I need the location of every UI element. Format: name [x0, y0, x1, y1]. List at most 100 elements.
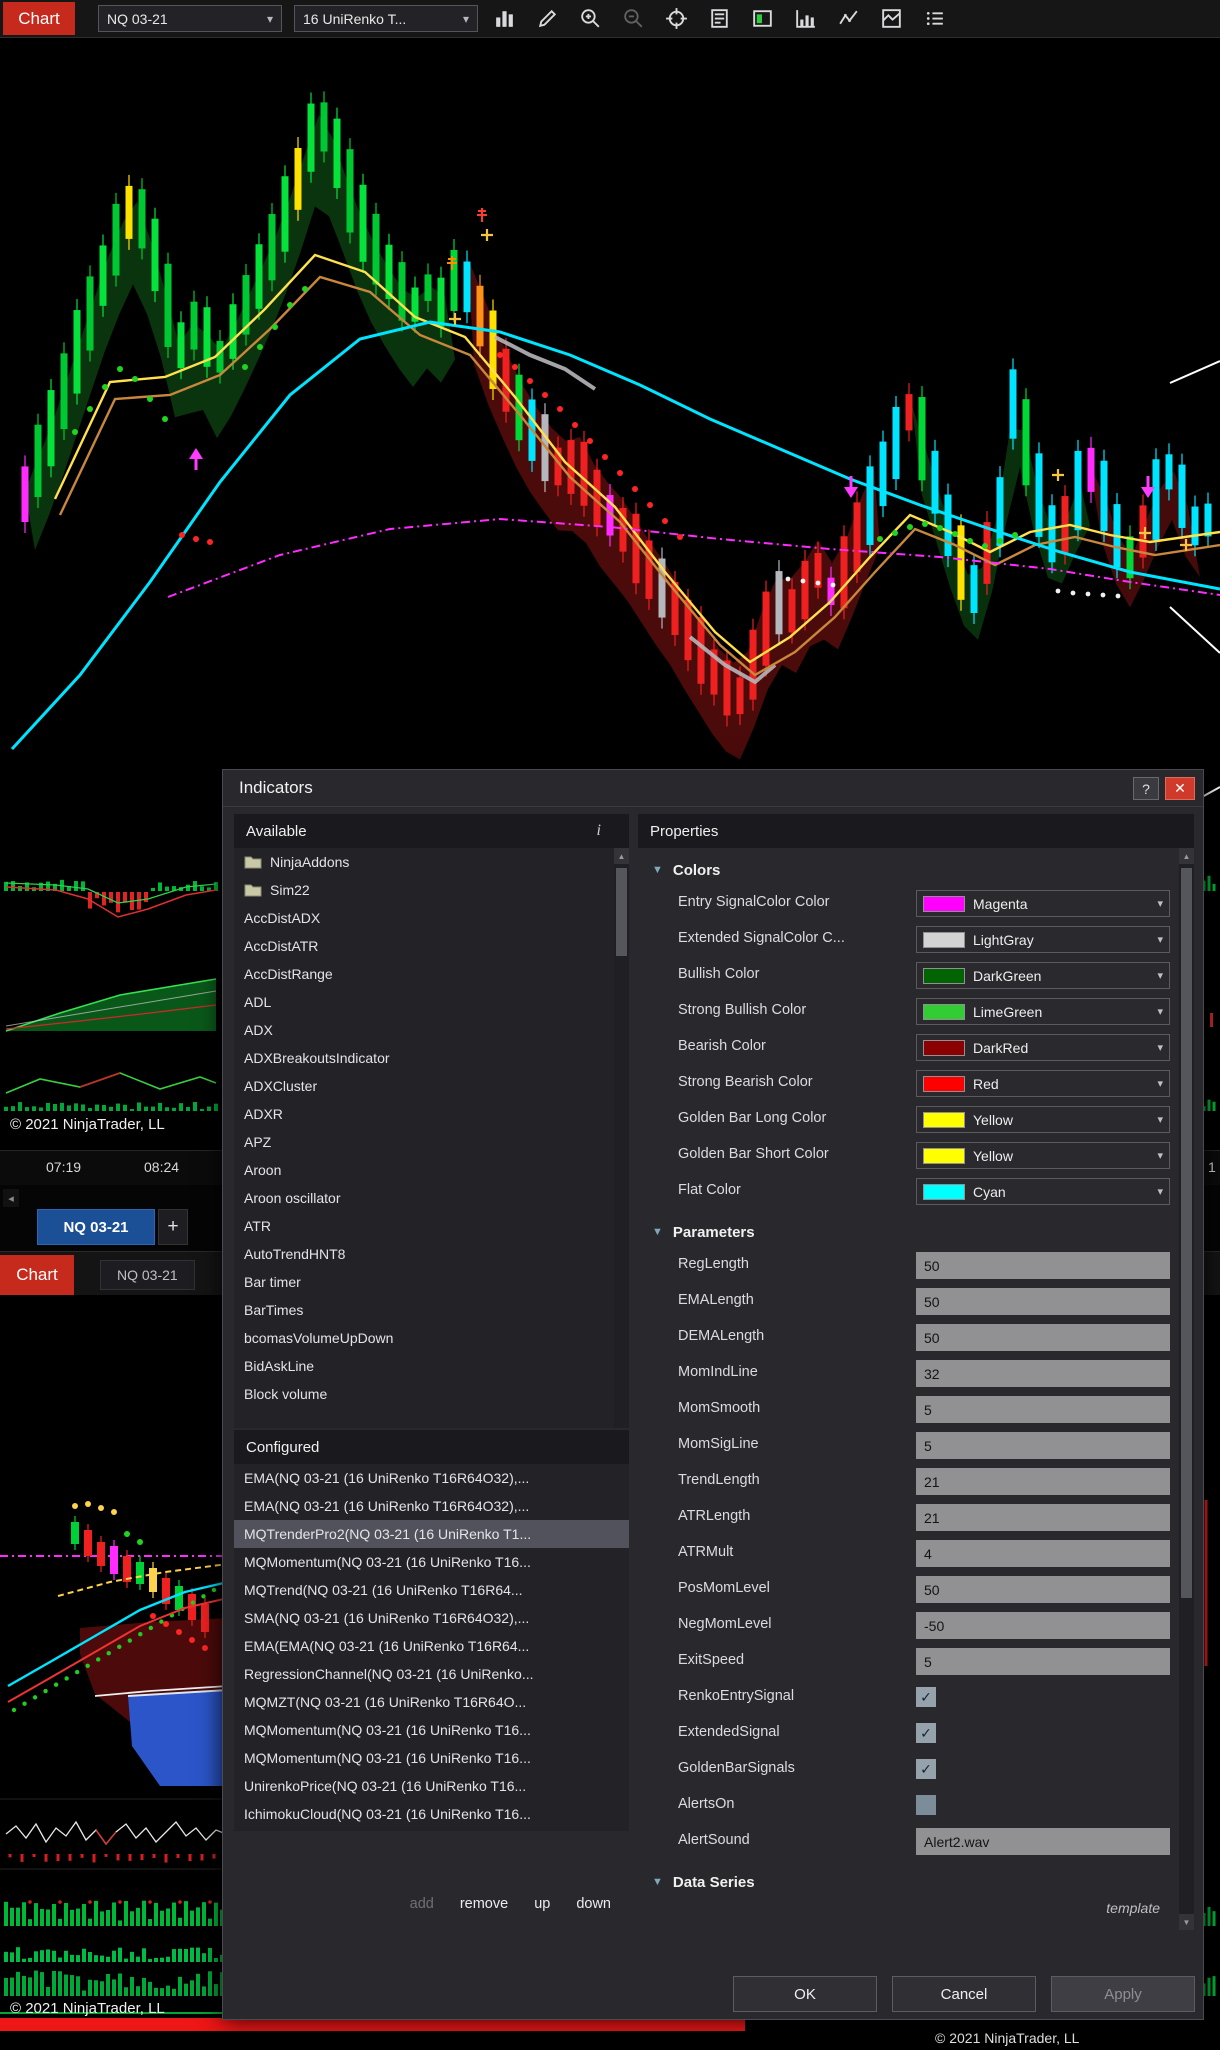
regions-icon[interactable]: [879, 6, 904, 31]
configured-item[interactable]: MQTrend(NQ 03-21 (16 UniRenko T16R64...: [234, 1576, 629, 1604]
help-button[interactable]: ?: [1133, 777, 1159, 800]
section-header-parameters[interactable]: ▼ Parameters: [638, 1216, 1178, 1248]
section-header-colors[interactable]: ▼ Colors: [638, 854, 1178, 886]
add-tab-button[interactable]: +: [158, 1209, 188, 1245]
available-item[interactable]: ADX: [234, 1016, 629, 1044]
configured-item[interactable]: MQMomentum(NQ 03-21 (16 UniRenko T16...: [234, 1744, 629, 1772]
property-label: Extended SignalColor C...: [678, 930, 845, 946]
available-item[interactable]: AccDistRange: [234, 960, 629, 988]
volume-bars-icon[interactable]: [793, 6, 818, 31]
color-dropdown[interactable]: DarkRed ▾: [916, 1034, 1170, 1061]
info-icon[interactable]: i: [597, 822, 617, 840]
available-item[interactable]: APZ: [234, 1128, 629, 1156]
available-item[interactable]: AccDistATR: [234, 932, 629, 960]
template-link[interactable]: template: [1106, 1900, 1160, 1916]
configured-item[interactable]: MQMZT(NQ 03-21 (16 UniRenko T16R64O...: [234, 1688, 629, 1716]
available-item[interactable]: bcomasVolumeUpDown: [234, 1324, 629, 1352]
value-input[interactable]: Alert2.wav: [916, 1828, 1170, 1855]
available-item[interactable]: BarTimes: [234, 1296, 629, 1324]
color-dropdown[interactable]: Yellow ▾: [916, 1142, 1170, 1169]
available-item[interactable]: BidAskLine: [234, 1352, 629, 1380]
available-item[interactable]: ADXBreakoutsIndicator: [234, 1044, 629, 1072]
value-input[interactable]: 5: [916, 1432, 1170, 1459]
available-item[interactable]: Bar timer: [234, 1268, 629, 1296]
scroll-up-icon[interactable]: ▲: [614, 848, 629, 864]
close-button[interactable]: ✕: [1165, 777, 1195, 800]
checkbox[interactable]: ✓: [916, 1723, 936, 1743]
color-dropdown[interactable]: DarkGreen ▾: [916, 962, 1170, 989]
value-input[interactable]: 5: [916, 1648, 1170, 1675]
configured-item[interactable]: EMA(EMA(NQ 03-21 (16 UniRenko T16R64...: [234, 1632, 629, 1660]
crosshair-icon[interactable]: [664, 6, 689, 31]
value-input[interactable]: 50: [916, 1288, 1170, 1315]
available-item[interactable]: AutoTrendHNT8: [234, 1240, 629, 1268]
chart-trader-icon[interactable]: [750, 6, 775, 31]
section-header-data-series[interactable]: ▼ Data Series: [638, 1866, 1178, 1898]
color-dropdown[interactable]: Cyan ▾: [916, 1178, 1170, 1205]
scrollbar-thumb[interactable]: [1181, 868, 1192, 1598]
available-item[interactable]: Aroon oscillator: [234, 1184, 629, 1212]
chart-window-tab[interactable]: Chart: [3, 2, 75, 35]
down-link[interactable]: down: [576, 1896, 611, 1912]
value-input[interactable]: 5: [916, 1396, 1170, 1423]
checkbox[interactable]: ✓: [916, 1759, 936, 1779]
remove-link[interactable]: remove: [460, 1896, 508, 1912]
pencil-icon[interactable]: [535, 6, 560, 31]
data-box-icon[interactable]: [707, 6, 732, 31]
color-dropdown[interactable]: LightGray ▾: [916, 926, 1170, 953]
checkbox[interactable]: [916, 1795, 936, 1815]
configured-item[interactable]: EMA(NQ 03-21 (16 UniRenko T16R64O32),...: [234, 1492, 629, 1520]
scrollbar-thumb[interactable]: [616, 868, 627, 956]
available-item[interactable]: NinjaAddons: [234, 848, 629, 876]
configured-item[interactable]: EMA(NQ 03-21 (16 UniRenko T16R64O32),...: [234, 1464, 629, 1492]
available-item[interactable]: ADXCluster: [234, 1072, 629, 1100]
checkbox[interactable]: ✓: [916, 1687, 936, 1707]
value-input[interactable]: 21: [916, 1468, 1170, 1495]
scroll-down-icon[interactable]: ▼: [1179, 1914, 1194, 1930]
available-item[interactable]: ATR: [234, 1212, 629, 1240]
up-link[interactable]: up: [534, 1896, 550, 1912]
color-dropdown[interactable]: Yellow ▾: [916, 1106, 1170, 1133]
list-icon[interactable]: [922, 6, 947, 31]
ok-button[interactable]: OK: [733, 1976, 877, 2012]
zoom-in-icon[interactable]: [578, 6, 603, 31]
zoom-out-icon[interactable]: [621, 6, 646, 31]
available-item[interactable]: Block volume: [234, 1380, 629, 1408]
value-input[interactable]: 4: [916, 1540, 1170, 1567]
instrument-tab[interactable]: NQ 03-21: [37, 1209, 155, 1245]
value-input[interactable]: 21: [916, 1504, 1170, 1531]
value-input[interactable]: 50: [916, 1324, 1170, 1351]
value-input[interactable]: 50: [916, 1576, 1170, 1603]
collapse-arrow-icon[interactable]: ◂: [3, 1189, 19, 1207]
zigzag-line-icon[interactable]: [836, 6, 861, 31]
available-item[interactable]: ADXR: [234, 1100, 629, 1128]
configured-item[interactable]: UnirenkoPrice(NQ 03-21 (16 UniRenko T16.…: [234, 1772, 629, 1800]
configured-item[interactable]: MQMomentum(NQ 03-21 (16 UniRenko T16...: [234, 1548, 629, 1576]
available-item[interactable]: ADL: [234, 988, 629, 1016]
bar-chart-icon[interactable]: [492, 6, 517, 31]
instrument-dropdown[interactable]: NQ 03-21 ▾: [98, 5, 282, 32]
apply-button[interactable]: Apply: [1051, 1976, 1195, 2012]
properties-scrollbar[interactable]: ▲ ▼: [1179, 848, 1194, 1930]
cancel-button[interactable]: Cancel: [892, 1976, 1036, 2012]
configured-item[interactable]: MQMomentum(NQ 03-21 (16 UniRenko T16...: [234, 1716, 629, 1744]
chart2-instrument-tab[interactable]: NQ 03-21: [100, 1260, 195, 1290]
configured-item[interactable]: RegressionChannel(NQ 03-21 (16 UniRenko.…: [234, 1660, 629, 1688]
color-dropdown[interactable]: Magenta ▾: [916, 890, 1170, 917]
value-input[interactable]: 50: [916, 1252, 1170, 1279]
available-scrollbar[interactable]: ▲: [614, 848, 629, 1428]
configured-item[interactable]: IchimokuCloud(NQ 03-21 (16 UniRenko T16.…: [234, 1800, 629, 1828]
period-dropdown[interactable]: 16 UniRenko T... ▾: [294, 5, 478, 32]
chart2-window-tab[interactable]: Chart: [0, 1255, 74, 1295]
color-dropdown[interactable]: Red ▾: [916, 1070, 1170, 1097]
configured-item[interactable]: MQTrenderPro2(NQ 03-21 (16 UniRenko T1..…: [234, 1520, 629, 1548]
configured-item[interactable]: SMA(NQ 03-21 (16 UniRenko T16R64O32),...: [234, 1604, 629, 1632]
value-input[interactable]: -50: [916, 1612, 1170, 1639]
scroll-up-icon[interactable]: ▲: [1179, 848, 1194, 864]
available-item[interactable]: Aroon: [234, 1156, 629, 1184]
value-input[interactable]: 32: [916, 1360, 1170, 1387]
available-item[interactable]: Sim22: [234, 876, 629, 904]
property-label: Bullish Color: [678, 966, 760, 982]
color-dropdown[interactable]: LimeGreen ▾: [916, 998, 1170, 1025]
available-item[interactable]: AccDistADX: [234, 904, 629, 932]
